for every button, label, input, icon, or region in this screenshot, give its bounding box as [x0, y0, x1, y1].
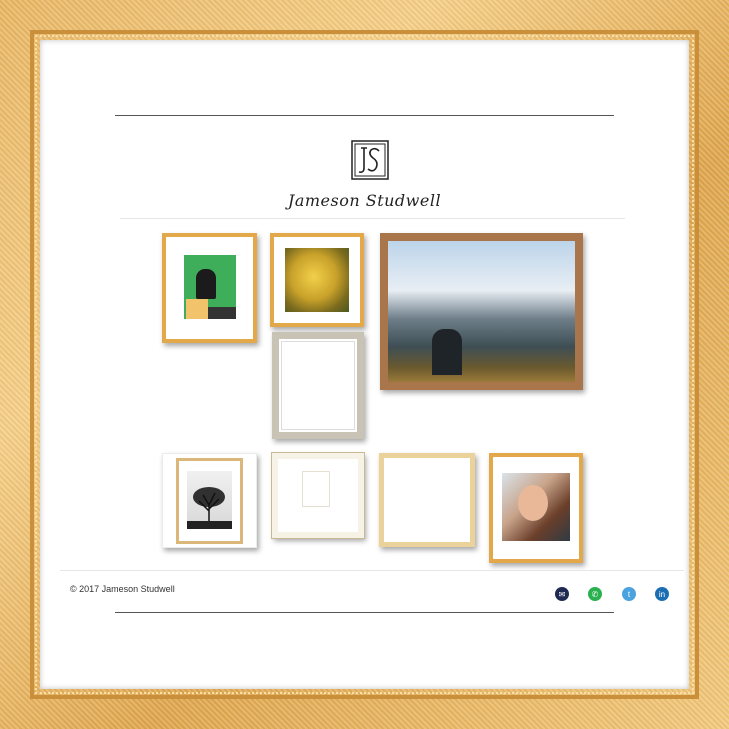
frame-cream-empty[interactable] — [271, 452, 365, 539]
tree-icon — [187, 487, 232, 529]
email-icon[interactable]: ✉ — [555, 587, 569, 601]
mountain-photo-art — [388, 241, 575, 382]
bottom-divider — [115, 612, 614, 613]
frame-tree-print[interactable] — [162, 453, 257, 548]
page-canvas: Jameson Studwell © 2017 Jameson Studwell… — [40, 40, 689, 689]
linkedin-icon[interactable]: in — [655, 587, 669, 601]
woman-portrait-art — [502, 473, 570, 541]
frame-mountain-photo[interactable] — [380, 233, 583, 390]
frame-empty-barnwood[interactable] — [272, 332, 364, 439]
tree-print-inner-frame — [176, 458, 243, 544]
frame-blank-gold[interactable] — [379, 453, 475, 547]
kiss-painting-art — [285, 248, 349, 312]
phone-icon[interactable]: ✆ — [588, 587, 602, 601]
header-divider — [120, 218, 625, 219]
frame-portrait-woman[interactable] — [489, 453, 583, 563]
js-monogram-logo[interactable] — [351, 140, 389, 180]
footer-divider — [60, 570, 684, 571]
frame-portrait-green[interactable] — [162, 233, 257, 343]
cream-mat-window — [302, 471, 330, 507]
green-portrait-art — [184, 255, 236, 319]
twitter-icon[interactable]: t — [622, 587, 636, 601]
copyright-text: © 2017 Jameson Studwell — [70, 584, 175, 594]
top-divider — [115, 115, 614, 116]
brand-name[interactable]: Jameson Studwell — [40, 191, 689, 210]
frame-the-kiss[interactable] — [270, 233, 364, 327]
empty-mat — [281, 341, 355, 430]
